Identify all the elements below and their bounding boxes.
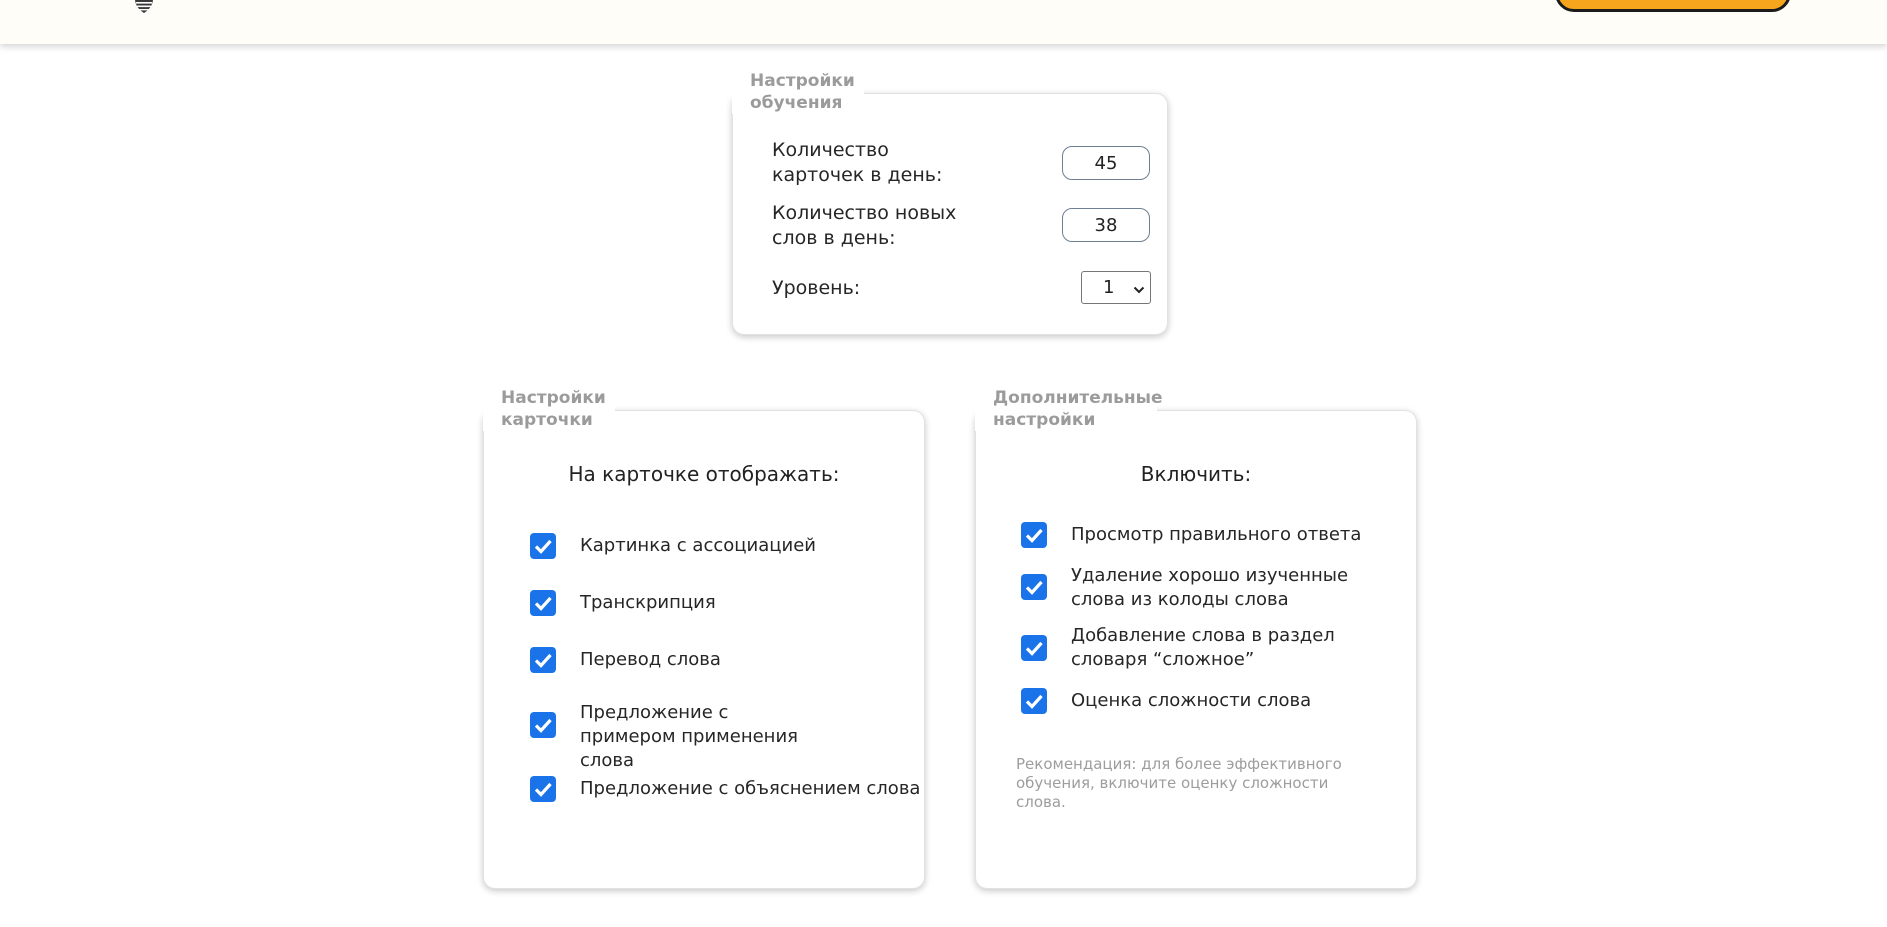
cards-per-day-label: Количество карточек в день: bbox=[772, 139, 943, 186]
checkbox-label: Перевод слова bbox=[580, 649, 721, 670]
recommendation-note: Рекомендация: для более эффективного обу… bbox=[1016, 755, 1342, 811]
new-words-per-day-label: Количество новых слов в день: bbox=[772, 202, 957, 249]
checkbox-label: Оценка сложности слова bbox=[1071, 690, 1312, 711]
header-action-button[interactable] bbox=[1555, 0, 1791, 12]
checkbox-label: Транскрипция bbox=[580, 592, 716, 613]
card-settings-legend: Настройки карточки bbox=[483, 387, 615, 431]
extra-settings-heading: Включить: bbox=[1140, 462, 1252, 486]
checkbox-association-image[interactable] bbox=[530, 533, 556, 559]
new-words-per-day-input[interactable] bbox=[1062, 208, 1150, 242]
checkbox-label: Предложение с примером применения слова bbox=[580, 702, 798, 771]
checkbox-difficulty-rating[interactable] bbox=[1021, 688, 1047, 714]
cards-per-day-input[interactable] bbox=[1062, 146, 1150, 180]
checkbox-label: Удаление хорошо изученные слова из колод… bbox=[1071, 565, 1349, 610]
level-select-value: 1 bbox=[1103, 277, 1115, 298]
level-select[interactable]: 1 bbox=[1081, 271, 1151, 304]
checkbox-label: Добавление слова в раздел словаря “сложн… bbox=[1071, 625, 1335, 670]
checkbox-label: Предложение с объяснением слова bbox=[580, 778, 921, 799]
checkbox-transcription[interactable] bbox=[530, 590, 556, 616]
checkbox-label: Картинка с ассоциацией bbox=[580, 535, 816, 556]
checkbox-remove-learned-words[interactable] bbox=[1021, 574, 1047, 600]
checkbox-label: Просмотр правильного ответа bbox=[1071, 524, 1362, 545]
bulb-logo-icon[interactable] bbox=[133, 0, 155, 14]
checkbox-show-correct-answer[interactable] bbox=[1021, 522, 1047, 548]
chevron-down-icon bbox=[1133, 281, 1145, 294]
checkbox-word-translation[interactable] bbox=[530, 647, 556, 673]
level-label: Уровень: bbox=[772, 277, 861, 299]
top-header bbox=[0, 0, 1887, 44]
learning-settings-legend: Настройки обучения bbox=[732, 70, 864, 114]
checkbox-example-sentence[interactable] bbox=[530, 712, 556, 738]
checkbox-explanation-sentence[interactable] bbox=[530, 776, 556, 802]
card-settings-heading: На карточке отображать: bbox=[568, 462, 840, 486]
extra-settings-legend: Дополнительные настройки bbox=[975, 387, 1163, 431]
checkbox-add-to-difficult[interactable] bbox=[1021, 635, 1047, 661]
